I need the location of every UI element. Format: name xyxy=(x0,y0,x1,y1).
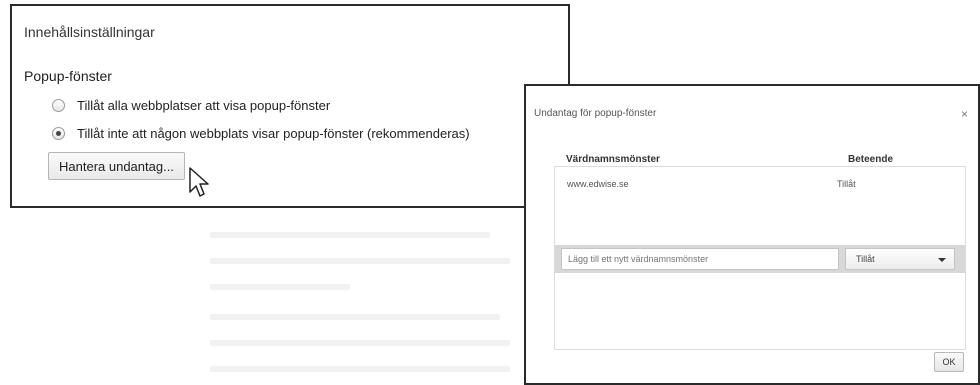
background-line xyxy=(210,232,490,238)
column-header-behavior: Beteende xyxy=(848,154,894,165)
background-line xyxy=(210,284,350,290)
column-header-hostname: Värdnamnsmönster xyxy=(566,154,660,165)
block-popups-option[interactable]: Tillåt inte att någon webbplats visar po… xyxy=(52,126,470,141)
ok-button[interactable]: OK xyxy=(934,352,964,372)
background-line xyxy=(210,366,510,372)
chevron-down-icon xyxy=(938,258,946,262)
background-line xyxy=(210,314,500,320)
background-line xyxy=(210,258,510,264)
content-settings-panel: Innehållsinställningar Popup-fönster Til… xyxy=(10,4,570,208)
behavior-select-value: Tillåt xyxy=(856,254,875,264)
block-popups-radio[interactable] xyxy=(52,127,65,140)
block-popups-label: Tillåt inte att någon webbplats visar po… xyxy=(77,126,470,141)
row-hostname[interactable]: www.edwise.se xyxy=(567,179,629,189)
allow-popups-label: Tillåt alla webbplatser att visa popup-f… xyxy=(77,98,331,113)
behavior-select[interactable]: Tillåt xyxy=(845,248,955,270)
popup-section-title: Popup-fönster xyxy=(24,68,112,84)
mouse-cursor-icon xyxy=(189,167,209,197)
dialog-title: Undantag för popup-fönster xyxy=(534,108,657,119)
new-hostname-input[interactable] xyxy=(561,248,839,270)
add-exception-row: Tillåt xyxy=(555,245,965,273)
popup-exceptions-dialog: Undantag för popup-fönster × Värdnamnsmö… xyxy=(524,84,980,385)
exceptions-table: www.edwise.se Tillåt Tillåt xyxy=(554,166,966,350)
close-icon[interactable]: × xyxy=(961,107,968,121)
allow-popups-radio[interactable] xyxy=(52,99,65,112)
settings-title: Innehållsinställningar xyxy=(24,24,155,40)
row-behavior[interactable]: Tillåt xyxy=(837,179,856,189)
allow-popups-option[interactable]: Tillåt alla webbplatser att visa popup-f… xyxy=(52,98,330,113)
manage-exceptions-button[interactable]: Hantera undantag... xyxy=(48,152,185,180)
background-line xyxy=(210,340,510,346)
